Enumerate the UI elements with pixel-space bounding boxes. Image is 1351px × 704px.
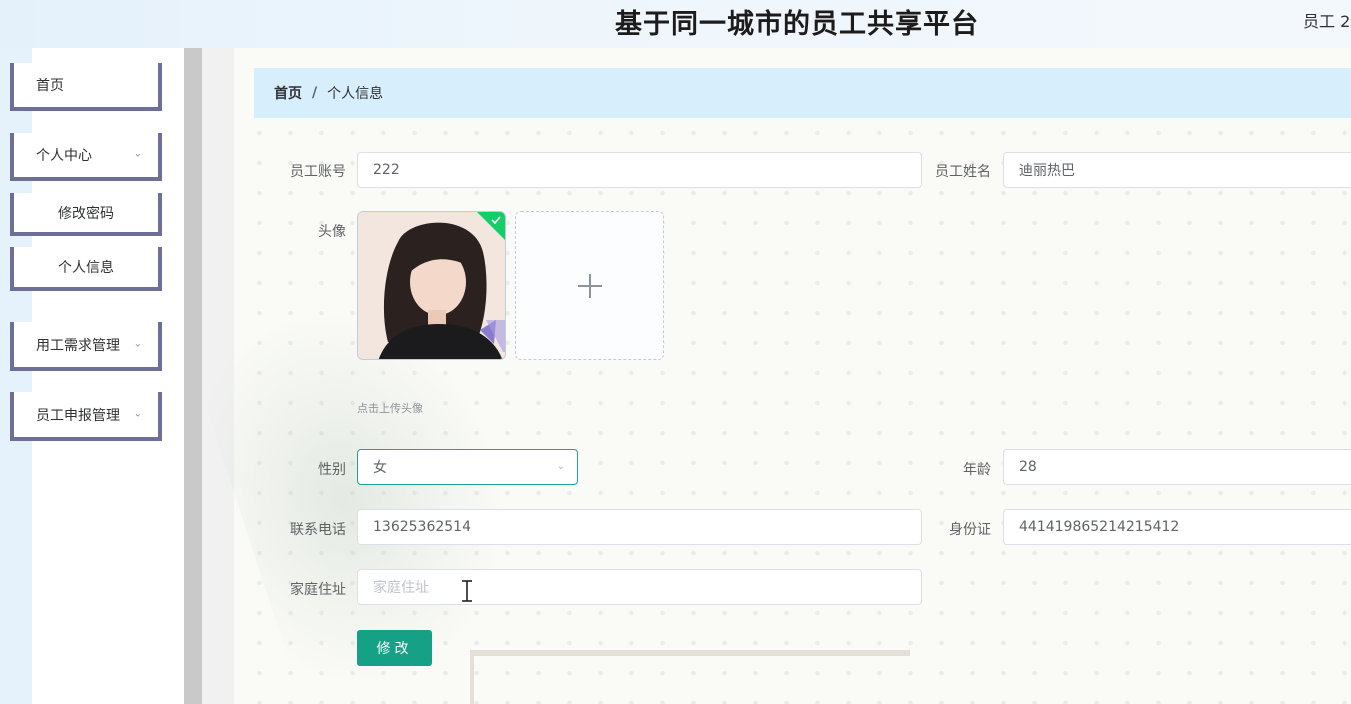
user-label[interactable]: 员工 2 bbox=[1303, 8, 1350, 32]
phone-field[interactable]: 13625362514 bbox=[357, 509, 922, 545]
id-card-field[interactable]: 441419865214215412 bbox=[1003, 509, 1351, 545]
chevron-down-icon: ⌄ bbox=[556, 460, 565, 472]
sidebar-item-home[interactable]: 首页 bbox=[10, 63, 162, 111]
chevron-down-icon: ⌄ bbox=[133, 148, 142, 160]
breadcrumb-home[interactable]: 首页 bbox=[274, 83, 302, 103]
gender-select[interactable]: 女 ⌄ bbox=[357, 449, 578, 485]
sidebar-item-label: 个人中心 bbox=[36, 148, 92, 164]
avatar[interactable] bbox=[357, 211, 506, 360]
sidebar-item-label: 修改密码 bbox=[58, 205, 114, 222]
age-label: 年龄 bbox=[963, 462, 991, 478]
account-field[interactable]: 222 bbox=[357, 152, 922, 188]
sidebar-item-job-demand[interactable]: 用工需求管理 ⌄ bbox=[10, 322, 162, 371]
avatar-upload-button[interactable] bbox=[515, 211, 664, 360]
breadcrumb-separator: / bbox=[312, 85, 318, 101]
sidebar-item-personal-center[interactable]: 个人中心 ⌄ bbox=[10, 133, 162, 181]
sidebar-item-label: 员工申报管理 bbox=[36, 407, 120, 424]
address-field[interactable]: 家庭住址 bbox=[357, 569, 922, 605]
background-frame-decoration bbox=[470, 650, 910, 704]
id-card-label: 身份证 bbox=[949, 522, 991, 538]
header: 基于同一城市的员工共享平台 员工 2 bbox=[0, 0, 1351, 48]
uploaded-check-icon bbox=[477, 212, 505, 240]
age-field[interactable]: 28 bbox=[1003, 449, 1351, 485]
id-card-value: 441419865214215412 bbox=[1019, 519, 1180, 535]
phone-value: 13625362514 bbox=[373, 519, 471, 535]
name-value: 迪丽热巴 bbox=[1019, 163, 1075, 179]
sidebar-item-label: 个人信息 bbox=[58, 260, 114, 276]
breadcrumb: 首页 / 个人信息 bbox=[254, 68, 1351, 118]
sidebar-item-employee-report[interactable]: 员工申报管理 ⌄ bbox=[10, 392, 162, 441]
gender-label: 性别 bbox=[318, 462, 346, 478]
avatar-label: 头像 bbox=[318, 224, 346, 240]
chevron-down-icon: ⌄ bbox=[133, 337, 142, 349]
account-value: 222 bbox=[373, 162, 400, 178]
name-label: 员工姓名 bbox=[935, 164, 991, 180]
age-value: 28 bbox=[1019, 459, 1037, 475]
chevron-down-icon: ⌄ bbox=[133, 407, 142, 419]
name-field[interactable]: 迪丽热巴 bbox=[1003, 152, 1351, 188]
sidebar-item-label: 用工需求管理 bbox=[36, 337, 120, 354]
sidebar-item-personal-info[interactable]: 个人信息 bbox=[10, 247, 162, 291]
account-label: 员工账号 bbox=[290, 164, 346, 180]
plus-icon bbox=[577, 273, 602, 298]
address-label: 家庭住址 bbox=[290, 582, 346, 598]
site-title: 基于同一城市的员工共享平台 bbox=[615, 9, 979, 40]
gender-value: 女 bbox=[373, 460, 387, 476]
avatar-upload-hint: 点击上传头像 bbox=[357, 402, 423, 415]
phone-label: 联系电话 bbox=[290, 522, 346, 538]
sidebar-item-change-password[interactable]: 修改密码 bbox=[10, 193, 162, 236]
address-placeholder: 家庭住址 bbox=[373, 580, 429, 596]
text-cursor-icon bbox=[462, 580, 472, 602]
breadcrumb-current: 个人信息 bbox=[327, 86, 384, 102]
sidebar-item-label: 首页 bbox=[36, 78, 64, 94]
submit-button[interactable]: 修改 bbox=[357, 630, 432, 666]
